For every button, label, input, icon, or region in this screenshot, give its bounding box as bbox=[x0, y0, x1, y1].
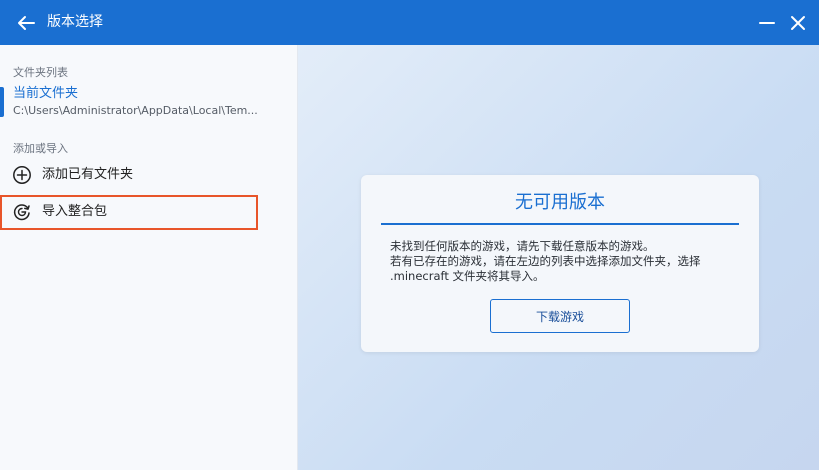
window-title: 版本选择 bbox=[47, 14, 103, 30]
card-divider bbox=[381, 223, 739, 225]
current-folder-path: C:\Users\Administrator\AppData\Local\Tem… bbox=[13, 104, 258, 117]
current-folder-name: 当前文件夹 bbox=[13, 86, 79, 101]
import-modpack-label: 导入整合包 bbox=[42, 204, 108, 219]
close-icon[interactable] bbox=[788, 13, 808, 33]
selected-indicator bbox=[0, 87, 4, 117]
add-existing-folder-label: 添加已有文件夹 bbox=[42, 167, 134, 182]
download-game-button[interactable]: 下载游戏 bbox=[490, 299, 630, 333]
main-content: 无可用版本 未找到任何版本的游戏，请先下载任意版本的游戏。 若有已存在的游戏，请… bbox=[298, 45, 819, 470]
sidebar: 文件夹列表 当前文件夹 C:\Users\Administrator\AppDa… bbox=[0, 45, 298, 470]
current-folder-item[interactable]: 当前文件夹 C:\Users\Administrator\AppData\Loc… bbox=[0, 85, 297, 119]
card-message: 未找到任何版本的游戏，请先下载任意版本的游戏。 若有已存在的游戏，请在左边的列表… bbox=[390, 239, 701, 283]
minimize-icon[interactable] bbox=[757, 13, 777, 33]
folder-list-label: 文件夹列表 bbox=[13, 66, 68, 79]
back-arrow-icon[interactable] bbox=[15, 12, 37, 34]
title-bar: 版本选择 bbox=[0, 0, 819, 45]
add-import-label: 添加或导入 bbox=[13, 142, 68, 155]
import-package-icon bbox=[13, 204, 30, 221]
import-modpack-button[interactable]: 导入整合包 bbox=[0, 195, 297, 229]
add-existing-folder-button[interactable]: 添加已有文件夹 bbox=[0, 158, 297, 192]
no-version-card: 无可用版本 未找到任何版本的游戏，请先下载任意版本的游戏。 若有已存在的游戏，请… bbox=[361, 175, 759, 352]
card-title: 无可用版本 bbox=[515, 192, 605, 213]
add-circle-icon bbox=[13, 166, 31, 184]
